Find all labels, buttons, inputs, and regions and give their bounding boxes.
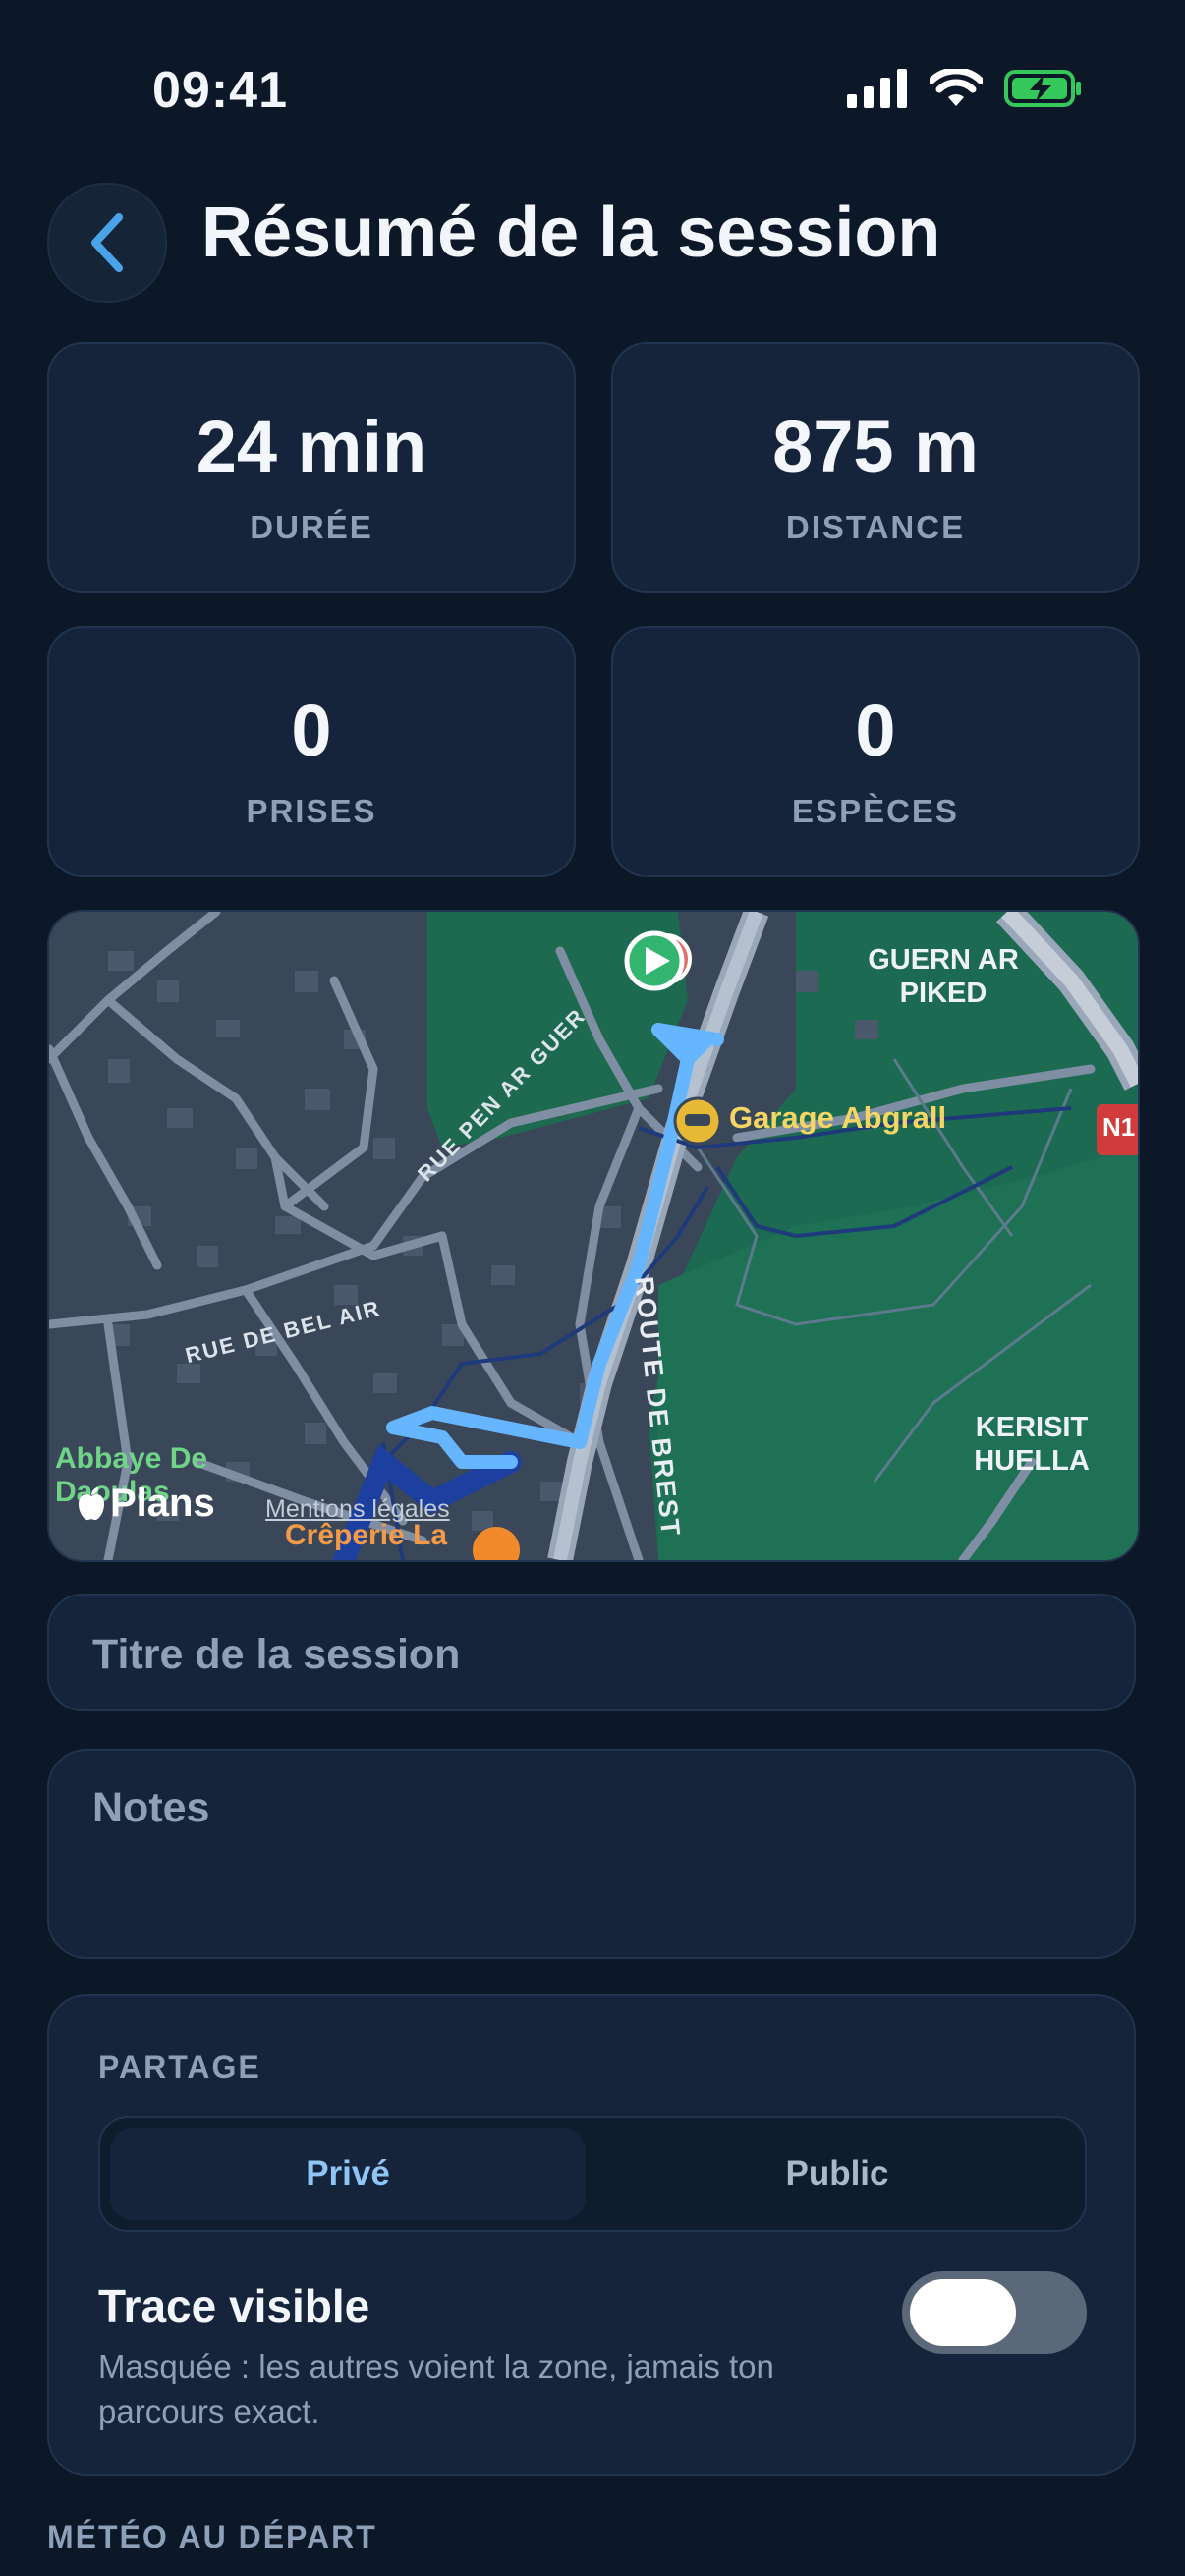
map-attribution: Plans bbox=[77, 1482, 215, 1526]
session-map[interactable]: GUERN AR PIKED Garage Abgrall N1 RUE PEN… bbox=[47, 910, 1140, 1562]
trace-description-line: parcours exact. bbox=[98, 2393, 320, 2430]
map-label-line: Abbaye De bbox=[55, 1442, 208, 1475]
notes-placeholder: Notes bbox=[92, 1784, 210, 1831]
map-attribution-text: Plans bbox=[110, 1482, 215, 1525]
weather-section-label: MÉTÉO AU DÉPART bbox=[47, 2519, 377, 2554]
back-button[interactable] bbox=[47, 183, 167, 303]
stat-label: DISTANCE bbox=[785, 509, 966, 545]
stat-value: 24 min bbox=[196, 406, 427, 487]
sharing-section-label: PARTAGE bbox=[98, 2049, 261, 2085]
map-label-kerisit: KERISIT HUELLA bbox=[953, 1411, 1110, 1478]
signal-icon bbox=[847, 69, 907, 108]
page-title: Résumé de la session bbox=[201, 194, 941, 272]
map-label-garage: Garage Abgrall bbox=[729, 1100, 947, 1135]
stat-value: 0 bbox=[291, 690, 332, 771]
stat-card-distance: 875 m DISTANCE bbox=[611, 342, 1140, 593]
trace-visible-description: Masquée : les autres voient la zone, jam… bbox=[98, 2344, 774, 2435]
map-label-guern: GUERN AR PIKED bbox=[855, 943, 1032, 1010]
stat-value: 875 m bbox=[772, 406, 979, 487]
trace-description-line: Masquée : les autres voient la zone, jam… bbox=[98, 2348, 774, 2384]
stat-card-catches: 0 PRISES bbox=[47, 626, 576, 877]
battery-charging-icon bbox=[1004, 70, 1081, 107]
map-label-line: KERISIT bbox=[975, 1412, 1089, 1443]
map-label-line: GUERN AR bbox=[868, 944, 1019, 976]
stat-value: 0 bbox=[855, 690, 896, 771]
apple-logo-icon bbox=[79, 1486, 104, 1520]
toggle-knob bbox=[910, 2279, 1016, 2346]
map-label-creperie: Crêperie La bbox=[285, 1519, 448, 1551]
segment-private[interactable]: Privé bbox=[110, 2128, 586, 2220]
map-label-n1: N1 bbox=[1102, 1112, 1136, 1142]
trace-visible-title: Trace visible bbox=[98, 2280, 370, 2331]
wifi-icon bbox=[930, 69, 983, 106]
map-label-line: PIKED bbox=[899, 978, 988, 1009]
session-title-input[interactable]: Titre de la session bbox=[47, 1594, 1136, 1711]
segment-public[interactable]: Public bbox=[599, 2128, 1075, 2220]
sharing-panel: PARTAGE Privé Public Trace visible Masqu… bbox=[47, 1994, 1136, 2476]
chevron-left-icon bbox=[91, 213, 123, 272]
stat-card-duration: 24 min DURÉE bbox=[47, 342, 576, 593]
session-title-placeholder: Titre de la session bbox=[92, 1631, 461, 1678]
stat-label: PRISES bbox=[246, 793, 377, 829]
notes-input[interactable]: Notes bbox=[47, 1749, 1136, 1959]
status-time: 09:41 bbox=[152, 62, 288, 119]
stat-label: DURÉE bbox=[250, 509, 373, 545]
visibility-segmented-control: Privé Public bbox=[98, 2116, 1087, 2232]
trace-visible-toggle[interactable] bbox=[902, 2271, 1087, 2354]
map-label-line: HUELLA bbox=[974, 1445, 1090, 1477]
stat-card-species: 0 ESPÈCES bbox=[611, 626, 1140, 877]
status-icons bbox=[847, 69, 1083, 108]
stat-label: ESPÈCES bbox=[792, 793, 959, 829]
